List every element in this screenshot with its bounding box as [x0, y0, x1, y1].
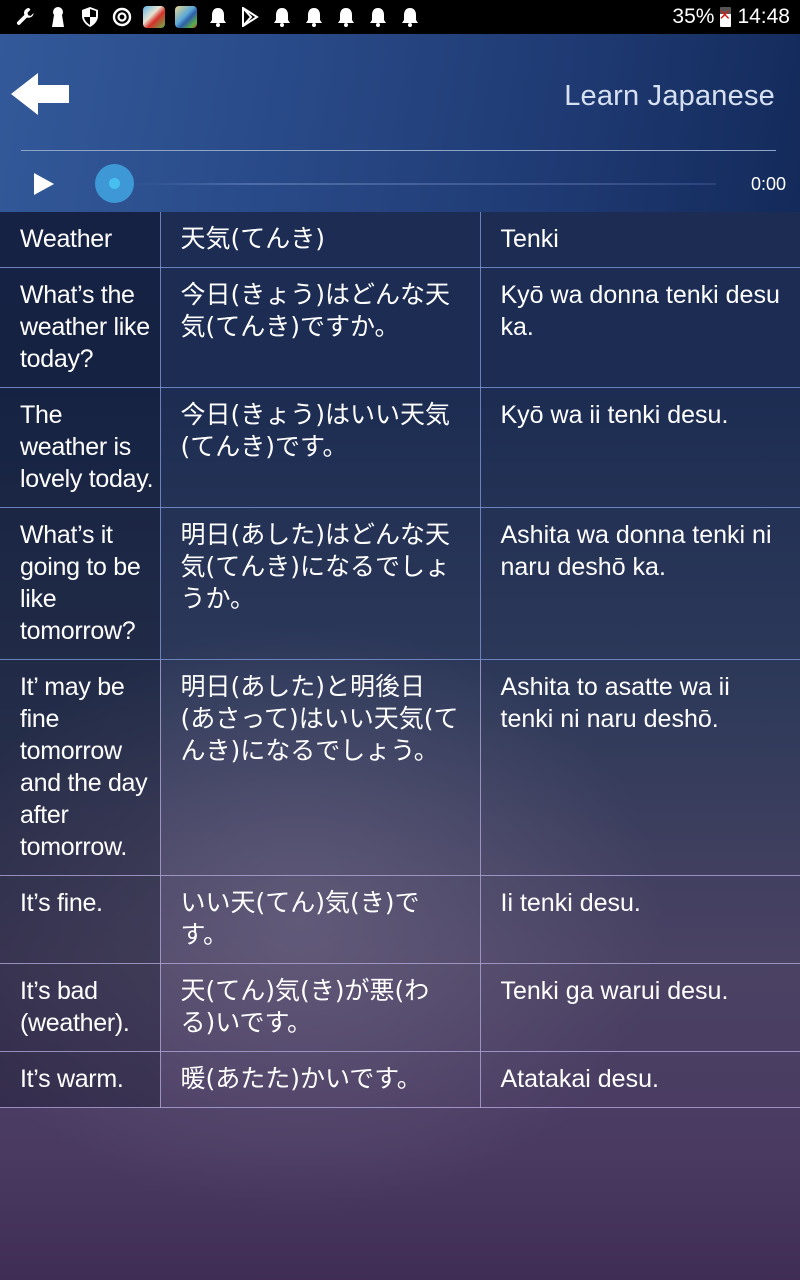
- japanese-cell: 天気(てんき): [159, 212, 481, 268]
- romaji-cell: Kyō wa donna tenki desu ka.: [479, 267, 800, 388]
- table-row[interactable]: It’s fine. いい天(てん)気(き)です。 Ii tenki desu.: [0, 875, 800, 964]
- table-row[interactable]: Weather 天気(てんき) Tenki: [0, 212, 800, 268]
- arrow-left-icon: [11, 73, 69, 115]
- notification-icons: [10, 0, 426, 34]
- japanese-cell: 天(てん)気(き)が悪(わる)いです。: [159, 963, 481, 1052]
- app-header: Learn Japanese 0:00: [0, 34, 800, 212]
- shield-icon: [74, 0, 106, 34]
- battery-icon: [718, 6, 732, 27]
- bell-icon: [298, 0, 330, 34]
- table-row[interactable]: It’ may be fine tomorrow and the day aft…: [0, 659, 800, 876]
- romaji-cell: Atatakai desu.: [479, 1051, 800, 1108]
- romaji-cell: Tenki ga warui desu.: [479, 963, 800, 1052]
- page-title: Learn Japanese: [564, 80, 775, 112]
- clock: 14:48: [737, 5, 790, 28]
- header-divider: [21, 150, 776, 151]
- bell-icon: [362, 0, 394, 34]
- status-right: 35% 14:48: [672, 5, 790, 29]
- table-row[interactable]: It’s bad (weather). 天(てん)気(き)が悪(わる)いです。 …: [0, 963, 800, 1052]
- status-bar: 35% 14:48: [0, 0, 800, 34]
- japanese-cell: いい天(てん)気(き)です。: [159, 875, 481, 964]
- play-store-icon: [234, 0, 266, 34]
- english-cell: It’ may be fine tomorrow and the day aft…: [0, 659, 161, 876]
- japanese-cell: 今日(きょう)はどんな天気(てんき)ですか。: [159, 267, 481, 388]
- japanese-cell: 明日(あした)と明後日(あさって)はいい天気(てんき)になるでしょう。: [159, 659, 481, 876]
- wrench-icon: [10, 0, 42, 34]
- table-row[interactable]: What’s the weather like today? 今日(きょう)はど…: [0, 267, 800, 388]
- english-cell: It’s bad (weather).: [0, 963, 161, 1052]
- english-cell: What’s it going to be like tomorrow?: [0, 507, 161, 660]
- bell-icon: [202, 0, 234, 34]
- play-button[interactable]: [30, 170, 58, 198]
- bell-icon: [330, 0, 362, 34]
- japanese-cell: 暖(あたた)かいです。: [159, 1051, 481, 1108]
- japanese-cell: 明日(あした)はどんな天気(てんき)になるでしょうか。: [159, 507, 481, 660]
- play-icon: [34, 173, 54, 195]
- bell-icon: [266, 0, 298, 34]
- english-cell: What’s the weather like today?: [0, 267, 161, 388]
- romaji-cell: Ii tenki desu.: [479, 875, 800, 964]
- english-cell: It’s fine.: [0, 875, 161, 964]
- japanese-cell: 今日(きょう)はいい天気(てんき)です。: [159, 387, 481, 508]
- sync-icon: [106, 0, 138, 34]
- phrase-table: Weather 天気(てんき) Tenki What’s the weather…: [0, 212, 800, 1108]
- back-button[interactable]: [10, 72, 70, 116]
- english-cell: Weather: [0, 212, 161, 268]
- romaji-cell: Kyō wa ii tenki desu.: [479, 387, 800, 508]
- bell-icon: [394, 0, 426, 34]
- app-icon-game-2: [175, 6, 197, 28]
- keyhole-icon: [42, 0, 74, 34]
- romaji-cell: Tenki: [479, 212, 800, 268]
- battery-percent: 35%: [672, 5, 715, 28]
- table-row[interactable]: What’s it going to be like tomorrow? 明日(…: [0, 507, 800, 660]
- elapsed-time: 0:00: [750, 174, 786, 194]
- english-cell: It’s warm.: [0, 1051, 161, 1108]
- seek-thumb[interactable]: [95, 164, 134, 203]
- app-icon-game-1: [143, 6, 165, 28]
- table-row[interactable]: It’s warm. 暖(あたた)かいです。 Atatakai desu.: [0, 1051, 800, 1108]
- english-cell: The weather is lovely today.: [0, 387, 161, 508]
- romaji-cell: Ashita wa donna tenki ni naru deshō ka.: [479, 507, 800, 660]
- table-row[interactable]: The weather is lovely today. 今日(きょう)はいい天…: [0, 387, 800, 508]
- romaji-cell: Ashita to asatte wa ii tenki ni naru des…: [479, 659, 800, 876]
- seek-bar[interactable]: [135, 183, 716, 185]
